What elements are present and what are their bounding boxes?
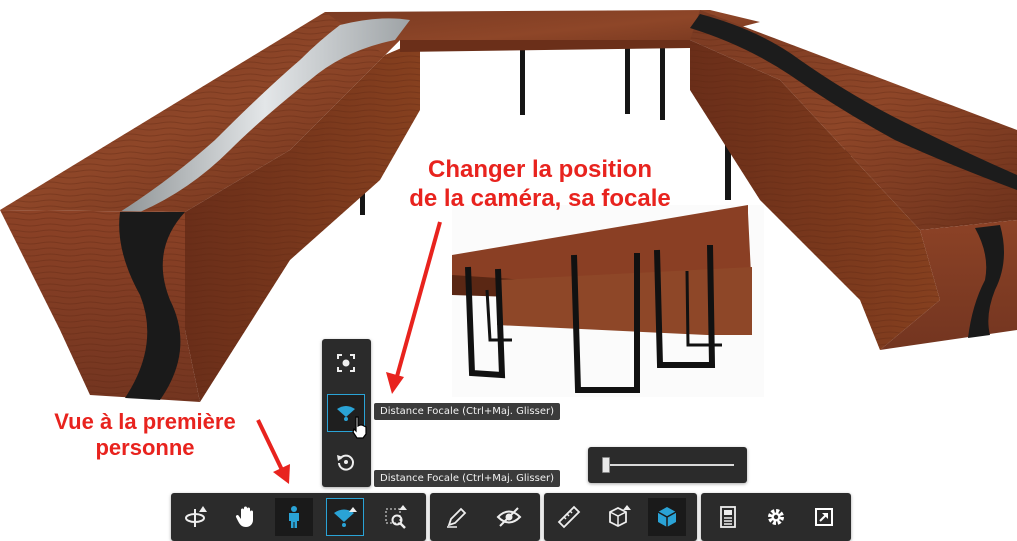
zoom-window-button[interactable] — [377, 498, 415, 536]
focal-length-slider-panel — [588, 447, 747, 483]
section-box-icon — [609, 505, 631, 528]
settings-button[interactable] — [757, 498, 795, 536]
hide-eye-icon — [496, 507, 522, 527]
first-person-icon — [289, 506, 299, 528]
orbit-button[interactable] — [177, 498, 215, 536]
table-side-far — [400, 40, 690, 52]
toolbar-tools-group — [544, 493, 697, 541]
annotation-first-person-line-1: Vue à la première — [54, 409, 236, 434]
focal-length-toolbar-button[interactable] — [326, 498, 364, 536]
model-browser-button[interactable] — [648, 498, 686, 536]
settings-gear-icon — [768, 509, 784, 525]
model-cube-icon — [657, 507, 677, 527]
fullscreen-icon — [815, 508, 833, 526]
reset-camera-icon — [337, 454, 354, 471]
fit-view-button[interactable] — [327, 344, 365, 382]
annotation-camera-line-2: de la caméra, sa focale — [409, 184, 671, 212]
pan-button[interactable] — [227, 498, 265, 536]
annotation-camera-line-1: Changer la position — [427, 156, 652, 183]
tooltip-focal-length-flyout: Distance Focale (Ctrl+Maj. Glisser) — [374, 403, 561, 420]
annotation-first-person-line-2: personne — [95, 435, 195, 461]
hand-cursor-icon — [352, 416, 367, 439]
focal-length-slider-track[interactable] — [602, 464, 734, 466]
toolbar-edit-group — [430, 493, 540, 541]
section-box-button[interactable] — [600, 498, 638, 536]
measure-button[interactable] — [550, 498, 588, 536]
properties-icon — [720, 506, 736, 528]
zoom-window-icon — [385, 505, 407, 529]
annotation-camera: Changer la position de la caméra, sa foc… — [380, 156, 700, 214]
toolbar-settings-group — [701, 493, 851, 541]
orbit-icon — [185, 506, 207, 527]
properties-button[interactable] — [709, 498, 747, 536]
toolbar-navigation-group — [171, 493, 426, 541]
markup-pen-icon — [447, 507, 467, 528]
hide-button[interactable] — [490, 498, 528, 536]
pan-hand-icon — [235, 506, 253, 527]
annotation-first-person: Vue à la première personne — [20, 409, 270, 462]
tooltip-focal-length-toolbar: Distance Focale (Ctrl+Maj. Glisser) — [374, 470, 561, 487]
measure-ruler-icon — [557, 505, 581, 529]
camera-flyout-menu — [322, 339, 371, 487]
markup-button[interactable] — [438, 498, 476, 536]
fullscreen-button[interactable] — [805, 498, 843, 536]
focal-length-icon — [334, 507, 357, 527]
first-person-button[interactable] — [275, 498, 313, 536]
fit-view-icon — [337, 354, 355, 372]
reset-camera-button[interactable] — [327, 443, 365, 481]
focal-length-slider-thumb[interactable] — [602, 457, 610, 473]
camera-preview-inset — [452, 205, 764, 397]
